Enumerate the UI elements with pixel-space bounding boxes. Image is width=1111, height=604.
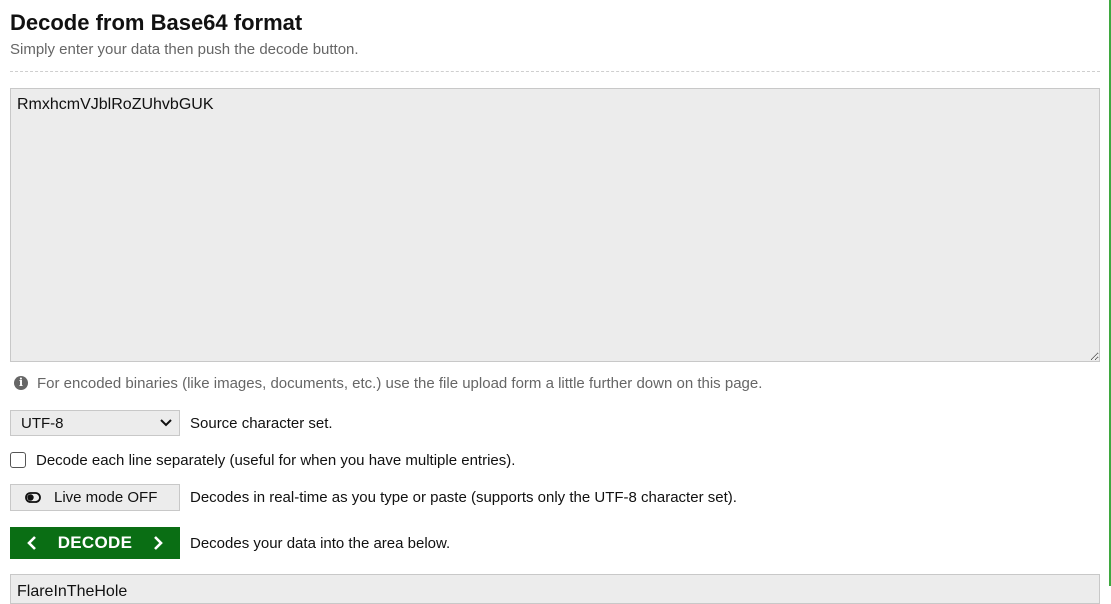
chevron-left-icon	[26, 535, 38, 551]
decode-lines-checkbox[interactable]	[10, 452, 26, 468]
live-mode-button-label: Live mode OFF	[54, 489, 158, 506]
chevron-down-icon	[159, 416, 173, 430]
page-title: Decode from Base64 format	[10, 10, 303, 35]
line-option-row: Decode each line separately (useful for …	[10, 451, 515, 469]
base64-input[interactable]	[10, 88, 1100, 362]
decode-button[interactable]: DECODE	[10, 527, 180, 559]
header-divider	[10, 71, 1100, 72]
page-subtitle: Simply enter your data then push the dec…	[10, 41, 359, 58]
live-mode-button[interactable]: Live mode OFF	[10, 484, 180, 511]
live-mode-row: Live mode OFF Decodes in real-time as yo…	[10, 484, 737, 511]
charset-select[interactable]: UTF-8	[10, 410, 180, 436]
live-mode-description: Decodes in real-time as you type or past…	[190, 489, 737, 506]
file-upload-hint: i For encoded binaries (like images, doc…	[14, 374, 762, 392]
toggle-off-icon	[25, 492, 41, 503]
decode-button-label: DECODE	[57, 533, 133, 552]
file-upload-hint-text: For encoded binaries (like images, docum…	[37, 374, 763, 392]
decode-row: DECODE Decodes your data into the area b…	[10, 527, 450, 559]
charset-label: Source character set.	[190, 414, 333, 432]
charset-selected-value: UTF-8	[21, 414, 64, 432]
info-icon: i	[14, 376, 28, 390]
decoded-output[interactable]: FlareInTheHole	[10, 574, 1100, 604]
charset-row: UTF-8 Source character set.	[10, 410, 333, 436]
chevron-right-icon	[152, 535, 164, 551]
decode-lines-label: Decode each line separately (useful for …	[36, 451, 516, 469]
decode-description: Decodes your data into the area below.	[190, 534, 451, 552]
